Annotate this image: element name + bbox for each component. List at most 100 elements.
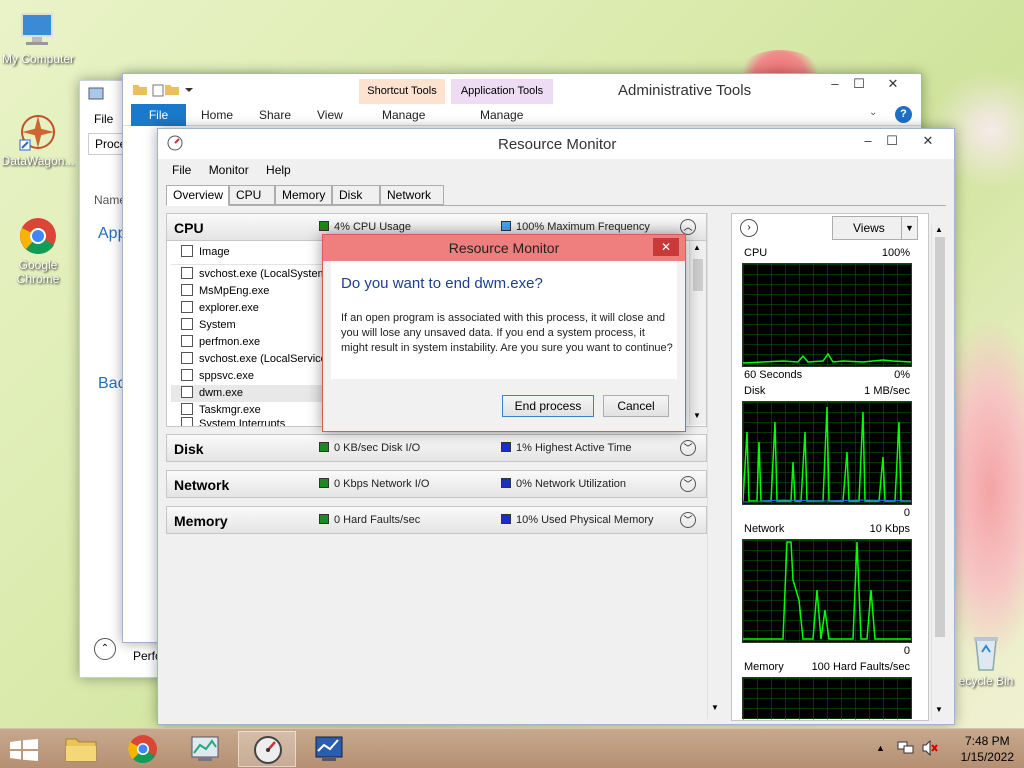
row-checkbox[interactable] xyxy=(181,386,193,398)
table-row[interactable]: svchost.exe (LocalSystemN xyxy=(181,266,335,283)
table-row[interactable]: MsMpEng.exe xyxy=(181,283,269,300)
left-pane-scrollbar[interactable]: ▼ xyxy=(707,213,724,719)
maximize-button[interactable]: ☐ xyxy=(845,74,873,94)
window-title: Administrative Tools xyxy=(618,82,752,99)
row-checkbox[interactable] xyxy=(181,352,193,364)
scroll-up-icon[interactable]: ▲ xyxy=(935,225,943,234)
maximize-button[interactable]: ☐ xyxy=(878,131,906,151)
desktop-icon-label: DataWagon... xyxy=(1,154,75,168)
taskbar-file-explorer[interactable] xyxy=(52,731,110,767)
column-header-image[interactable]: Image xyxy=(181,244,230,261)
row-checkbox[interactable] xyxy=(181,318,193,330)
show-hidden-icons[interactable]: ▲ xyxy=(876,743,885,753)
memory-section-header[interactable]: Memory 0 Hard Faults/sec 10% Used Physic… xyxy=(166,506,707,534)
ribbon-tab-manage-application[interactable]: Manage xyxy=(480,108,523,122)
table-row[interactable]: perfmon.exe xyxy=(181,334,260,351)
end-process-dialog[interactable]: Resource Monitor ✕ Do you want to end dw… xyxy=(322,234,686,432)
table-row[interactable]: System xyxy=(181,317,236,334)
taskbar-task-manager[interactable] xyxy=(300,731,358,767)
desktop-icon-datawagon[interactable]: DataWagon... xyxy=(0,112,76,168)
system-clock[interactable]: 7:48 PM 1/15/2022 xyxy=(961,733,1014,765)
dialog-close-button[interactable]: ✕ xyxy=(653,238,679,256)
context-tab-label: Shortcut Tools xyxy=(367,85,437,97)
row-checkbox[interactable] xyxy=(181,284,193,296)
section-title: Disk xyxy=(174,441,204,457)
desktop-icon-google-chrome[interactable]: Google Chrome xyxy=(0,216,76,286)
network-io-metric: 0 Kbps Network I/O xyxy=(319,478,429,490)
desktop-icon-my-computer[interactable]: My Computer xyxy=(0,10,76,66)
collapse-panel-icon[interactable]: › xyxy=(740,219,758,237)
collapse-icon[interactable]: ︿ xyxy=(680,219,696,235)
ribbon-tab-file[interactable]: File xyxy=(131,104,186,126)
ribbon-tab-view[interactable]: View xyxy=(317,108,343,122)
menu-file[interactable]: File xyxy=(172,163,191,177)
tab-divider xyxy=(166,205,946,206)
table-row[interactable]: System Interrupts xyxy=(181,417,285,426)
expand-icon[interactable]: ﹀ xyxy=(680,476,696,492)
volume-muted-icon[interactable] xyxy=(921,739,939,759)
close-button[interactable]: ✕ xyxy=(879,74,907,94)
help-icon[interactable]: ? xyxy=(895,106,912,123)
graph-max-network: 10 Kbps xyxy=(869,523,910,535)
ribbon-tab-share[interactable]: Share xyxy=(259,108,291,122)
tab-memory[interactable]: Memory xyxy=(275,185,332,205)
disk-section-header[interactable]: Disk 0 KB/sec Disk I/O 1% Highest Active… xyxy=(166,434,707,462)
row-checkbox[interactable] xyxy=(181,335,193,347)
tab-disk[interactable]: Disk xyxy=(332,185,380,205)
ribbon-tab-manage-shortcut[interactable]: Manage xyxy=(382,108,425,122)
tab-overview[interactable]: Overview xyxy=(166,185,229,206)
row-checkbox[interactable] xyxy=(181,369,193,381)
tab-network[interactable]: Network xyxy=(380,185,444,205)
taskbar-resource-monitor[interactable] xyxy=(238,731,296,767)
menu-help[interactable]: Help xyxy=(266,163,291,177)
dropdown-arrow-icon: ▼ xyxy=(901,217,917,239)
close-button[interactable]: ✕ xyxy=(914,131,942,151)
scroll-down-icon[interactable]: ▼ xyxy=(935,705,943,714)
select-all-checkbox[interactable] xyxy=(181,245,193,257)
metric-text: 0 Kbps Network I/O xyxy=(334,478,430,490)
scroll-up-icon[interactable]: ▲ xyxy=(693,243,701,252)
table-row[interactable]: explorer.exe xyxy=(181,300,259,317)
network-status-icon[interactable] xyxy=(897,740,915,759)
desktop-icon-recycle-bin[interactable]: ecycle Bin xyxy=(948,632,1024,688)
views-dropdown[interactable]: Views ▼ xyxy=(832,216,918,240)
clock-date: 1/15/2022 xyxy=(960,750,1014,764)
cancel-button[interactable]: Cancel xyxy=(603,395,669,417)
scroll-down-icon[interactable]: ▼ xyxy=(711,703,719,712)
graph-timespan: 60 Seconds xyxy=(744,369,803,381)
fewer-details-button[interactable]: ⌃ xyxy=(94,638,116,660)
row-checkbox[interactable] xyxy=(181,301,193,313)
expand-icon[interactable]: ﹀ xyxy=(680,440,696,456)
network-graph xyxy=(742,539,912,643)
dialog-heading: Do you want to end dwm.exe? xyxy=(341,275,543,292)
expand-ribbon-icon[interactable]: ⌄ xyxy=(869,107,877,118)
expand-icon[interactable]: ﹀ xyxy=(680,512,696,528)
taskbar-chrome[interactable] xyxy=(114,731,172,767)
table-row[interactable]: svchost.exe (LocalServiceN xyxy=(181,351,335,368)
row-checkbox[interactable] xyxy=(181,267,193,279)
row-checkbox[interactable] xyxy=(181,417,193,426)
desktop-icon-label: My Computer xyxy=(1,52,75,66)
start-button[interactable] xyxy=(10,739,38,764)
desktop-icon-label: Google Chrome xyxy=(16,258,60,286)
scroll-thumb[interactable] xyxy=(693,259,703,291)
tab-cpu[interactable]: CPU xyxy=(229,185,275,205)
ribbon-tab-home[interactable]: Home xyxy=(201,108,233,122)
cpu-table-scrollbar[interactable]: ▲ ▼ xyxy=(689,241,706,425)
context-tab-shortcut-tools[interactable]: Shortcut Tools xyxy=(359,79,445,104)
table-row[interactable]: sppsvc.exe xyxy=(181,368,254,385)
scroll-down-icon[interactable]: ▼ xyxy=(693,411,701,420)
recycle-bin-icon xyxy=(966,632,1006,672)
file-menu[interactable]: File xyxy=(94,112,113,126)
graph-label-cpu: CPU xyxy=(744,247,768,259)
menu-monitor[interactable]: Monitor xyxy=(209,163,249,177)
cpu-frequency-metric: 100% Maximum Frequency xyxy=(501,221,650,233)
network-section-header[interactable]: Network 0 Kbps Network I/O 0% Network Ut… xyxy=(166,470,707,498)
metric-text: 10% Used Physical Memory xyxy=(516,514,654,526)
scroll-thumb[interactable] xyxy=(935,237,945,637)
context-tab-application-tools[interactable]: Application Tools xyxy=(451,79,553,104)
taskbar-performance-monitor[interactable] xyxy=(176,731,234,767)
right-pane-scrollbar[interactable]: ▲ ▼ xyxy=(931,225,948,721)
end-process-button[interactable]: End process xyxy=(502,395,594,417)
row-checkbox[interactable] xyxy=(181,403,193,415)
